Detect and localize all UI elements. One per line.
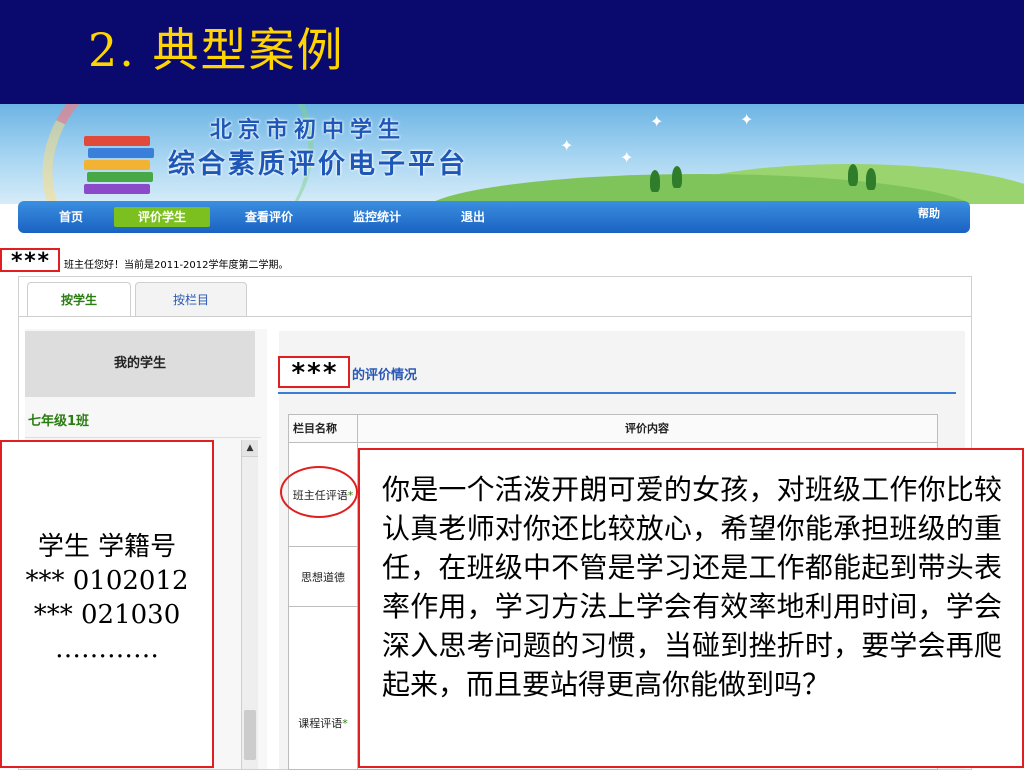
table-row: 思想道德: [301, 571, 345, 584]
heading-underline: [278, 392, 956, 394]
table-header-row: 栏目名称 评价内容: [289, 415, 937, 443]
list-ellipsis: …………: [55, 634, 159, 664]
nav-item-monitoring-stats[interactable]: 监控统计: [342, 207, 412, 227]
evaluation-heading: 的评价情况: [352, 368, 418, 383]
bird-icon: ✦: [620, 148, 634, 167]
student-list-callout: 学生 学籍号 *** 0102012 *** 021030 …………: [0, 440, 214, 768]
column-header-name: 栏目名称: [293, 422, 337, 435]
column-header-content: 评价内容: [625, 422, 669, 435]
teacher-comment-text: 你是一个活泼开朗可爱的女孩，对班级工作你比较认真老师对你还比较放心，希望你能承担…: [382, 473, 1002, 701]
student-list-text: 学生 学籍号 *** 0102012 *** 021030 …………: [2, 530, 212, 666]
slide-header: 2. 典型案例: [0, 0, 1024, 104]
scroll-up-icon[interactable]: ▲: [242, 440, 258, 457]
main-nav: 首页 评价学生 查看评价 监控统计 退出 帮助: [18, 201, 970, 233]
nav-item-logout[interactable]: 退出: [450, 207, 496, 227]
masked-student-name-box: ***: [278, 356, 350, 388]
greeting-text: 班主任您好！当前是2011-2012学年度第二学期。: [64, 260, 289, 271]
scroll-thumb[interactable]: [244, 710, 256, 760]
sidebar-divider: [25, 437, 261, 438]
tab-divider: [19, 316, 971, 317]
platform-banner: ✦ ✦ ✦ ✦ 北京市初中学生 综合素质评价电子平台: [0, 104, 1024, 204]
bird-icon: ✦: [740, 110, 754, 129]
student-list-scrollbar[interactable]: ▲: [241, 440, 258, 769]
banner-title-line2: 综合素质评价电子平台: [168, 149, 468, 180]
banner-title-line1: 北京市初中学生: [210, 118, 407, 143]
row-divider: [289, 606, 357, 607]
nav-item-home[interactable]: 首页: [48, 207, 94, 227]
slide-title: 2. 典型案例: [88, 23, 345, 77]
nav-item-view-evaluations[interactable]: 查看评价: [234, 207, 304, 227]
comment-callout: 你是一个活泼开朗可爱的女孩，对班级工作你比较认真老师对你还比较放心，希望你能承担…: [358, 448, 1024, 768]
my-students-header: 我的学生: [25, 331, 255, 397]
tree-icon: [866, 168, 876, 190]
highlight-oval: [280, 466, 358, 518]
bird-icon: ✦: [650, 112, 664, 131]
list-item: *** 021030: [33, 600, 181, 630]
bird-icon: ✦: [560, 136, 574, 155]
tree-icon: [672, 166, 682, 188]
row-divider: [289, 546, 357, 547]
table-row: 课程评语*: [298, 717, 348, 730]
list-item: *** 0102012: [25, 566, 189, 596]
books-icon: [84, 136, 154, 196]
class-link[interactable]: 七年级1班: [28, 410, 89, 429]
tree-icon: [848, 164, 858, 186]
nav-item-evaluate-students[interactable]: 评价学生: [114, 207, 210, 227]
nav-item-help[interactable]: 帮助: [904, 204, 954, 224]
tab-by-student[interactable]: 按学生: [27, 282, 131, 317]
masked-name-box: ***: [0, 248, 60, 274]
student-list-header: 学生 学籍号: [37, 532, 177, 562]
tree-icon: [650, 170, 660, 192]
tab-by-column[interactable]: 按栏目: [135, 282, 247, 317]
